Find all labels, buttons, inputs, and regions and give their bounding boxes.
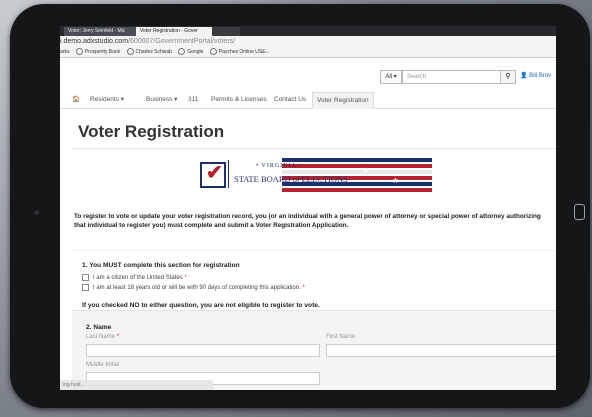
home-button[interactable] xyxy=(574,204,585,220)
bookmark-google[interactable]: Google xyxy=(178,47,203,57)
eligibility-notice: If you checked NO to either question, yo… xyxy=(82,302,320,309)
bookmark-icon xyxy=(126,48,134,56)
divider xyxy=(72,250,556,251)
bookmark-arks[interactable]: arks xyxy=(60,47,69,57)
first-name-input[interactable] xyxy=(326,344,556,357)
nav-311[interactable]: 311 xyxy=(188,92,198,108)
bookmarks-bar: arks Prosperity Bank Charles Schwab Goog… xyxy=(60,47,556,58)
tab-bar: Voter: Jerry Seinfeld - Mic Voter Regist… xyxy=(60,26,556,36)
main-nav: 🏠 Residents ▾ Business ▾ 311 Permits & L… xyxy=(60,92,556,109)
bookmark-icon xyxy=(209,48,217,56)
last-name-input[interactable] xyxy=(86,344,320,357)
tab-voter-jerry[interactable]: Voter: Jerry Seinfeld - Mic xyxy=(64,27,142,36)
nav-voter-registration[interactable]: Voter Registration xyxy=(312,92,374,109)
bookmark-schwab[interactable]: Charles Schwab xyxy=(126,47,172,57)
bookmark-icon xyxy=(178,48,186,56)
browser-screen: Voter: Jerry Seinfeld - Mic Voter Regist… xyxy=(60,26,556,390)
checkbox-icon[interactable] xyxy=(82,274,89,281)
address-host: i.demo.adxstudio.com xyxy=(60,38,129,45)
search-row: All ▾ Search ⚲ 👤 Bill Brov xyxy=(60,68,556,84)
tablet-frame: Voter: Jerry Seinfeld - Mic Voter Regist… xyxy=(10,4,590,408)
section2-title: 2. Name xyxy=(86,324,112,331)
search-button[interactable]: ⚲ xyxy=(500,70,516,84)
middle-initial-label: Middle Initial xyxy=(86,362,120,368)
bookmark-icon xyxy=(75,48,83,56)
logo-separator xyxy=(228,160,229,188)
banner-state-board: STATE BOARD of ELECTIONS xyxy=(234,174,348,184)
flag-stripe xyxy=(282,188,432,192)
star-icon: ★ xyxy=(392,176,400,185)
nav-permits-licenses[interactable]: Permits & Licenses xyxy=(211,92,267,108)
tab-voter-registration[interactable]: Voter Registration - Gover xyxy=(136,27,218,36)
user-menu[interactable]: 👤 Bill Brov xyxy=(520,72,551,79)
age-checkbox[interactable]: I am at least 18 years old or will be wi… xyxy=(82,284,305,291)
last-name-label: Last Name * xyxy=(86,334,120,340)
first-name-label: First Name xyxy=(326,334,356,340)
search-input[interactable]: Search xyxy=(402,70,502,84)
citizen-checkbox[interactable]: I am a citizen of the United States * xyxy=(82,274,187,281)
nav-contact-us[interactable]: Contact Us xyxy=(274,92,306,108)
status-bar: ing host... xyxy=(60,380,213,390)
home-icon[interactable]: 🏠 xyxy=(72,92,80,108)
intro-text: To register to vote or update your voter… xyxy=(74,213,541,229)
address-path: /600007/GovernmentPortal/voters/ xyxy=(128,38,236,45)
ballot-check-icon: ✔ xyxy=(200,162,226,188)
search-icon: ⚲ xyxy=(505,73,511,80)
bookmark-prosperity[interactable]: Prosperity Bank xyxy=(75,47,120,57)
star-icon: ★ xyxy=(362,166,370,175)
section1-title: 1. You MUST complete this section for re… xyxy=(82,262,240,269)
new-tab[interactable] xyxy=(212,27,240,36)
flag-stripe xyxy=(282,164,432,168)
search-scope-dropdown[interactable]: All ▾ xyxy=(380,70,402,84)
checkbox-icon[interactable] xyxy=(82,284,89,291)
banner-virginia: • VIRGINIA • xyxy=(256,163,303,169)
divider xyxy=(72,148,556,149)
nav-residents[interactable]: Residents ▾ xyxy=(90,92,124,108)
page-title: Voter Registration xyxy=(78,122,225,141)
user-icon: 👤 xyxy=(520,73,528,79)
flag-stripe xyxy=(282,158,432,162)
bookmark-paychex[interactable]: Paychex Online USE... xyxy=(209,47,270,57)
camera-dot xyxy=(34,210,39,215)
nav-business[interactable]: Business ▾ xyxy=(146,92,177,108)
state-board-banner: ★ ★ ✔ • VIRGINIA • STATE BOARD of ELECTI… xyxy=(152,154,432,194)
